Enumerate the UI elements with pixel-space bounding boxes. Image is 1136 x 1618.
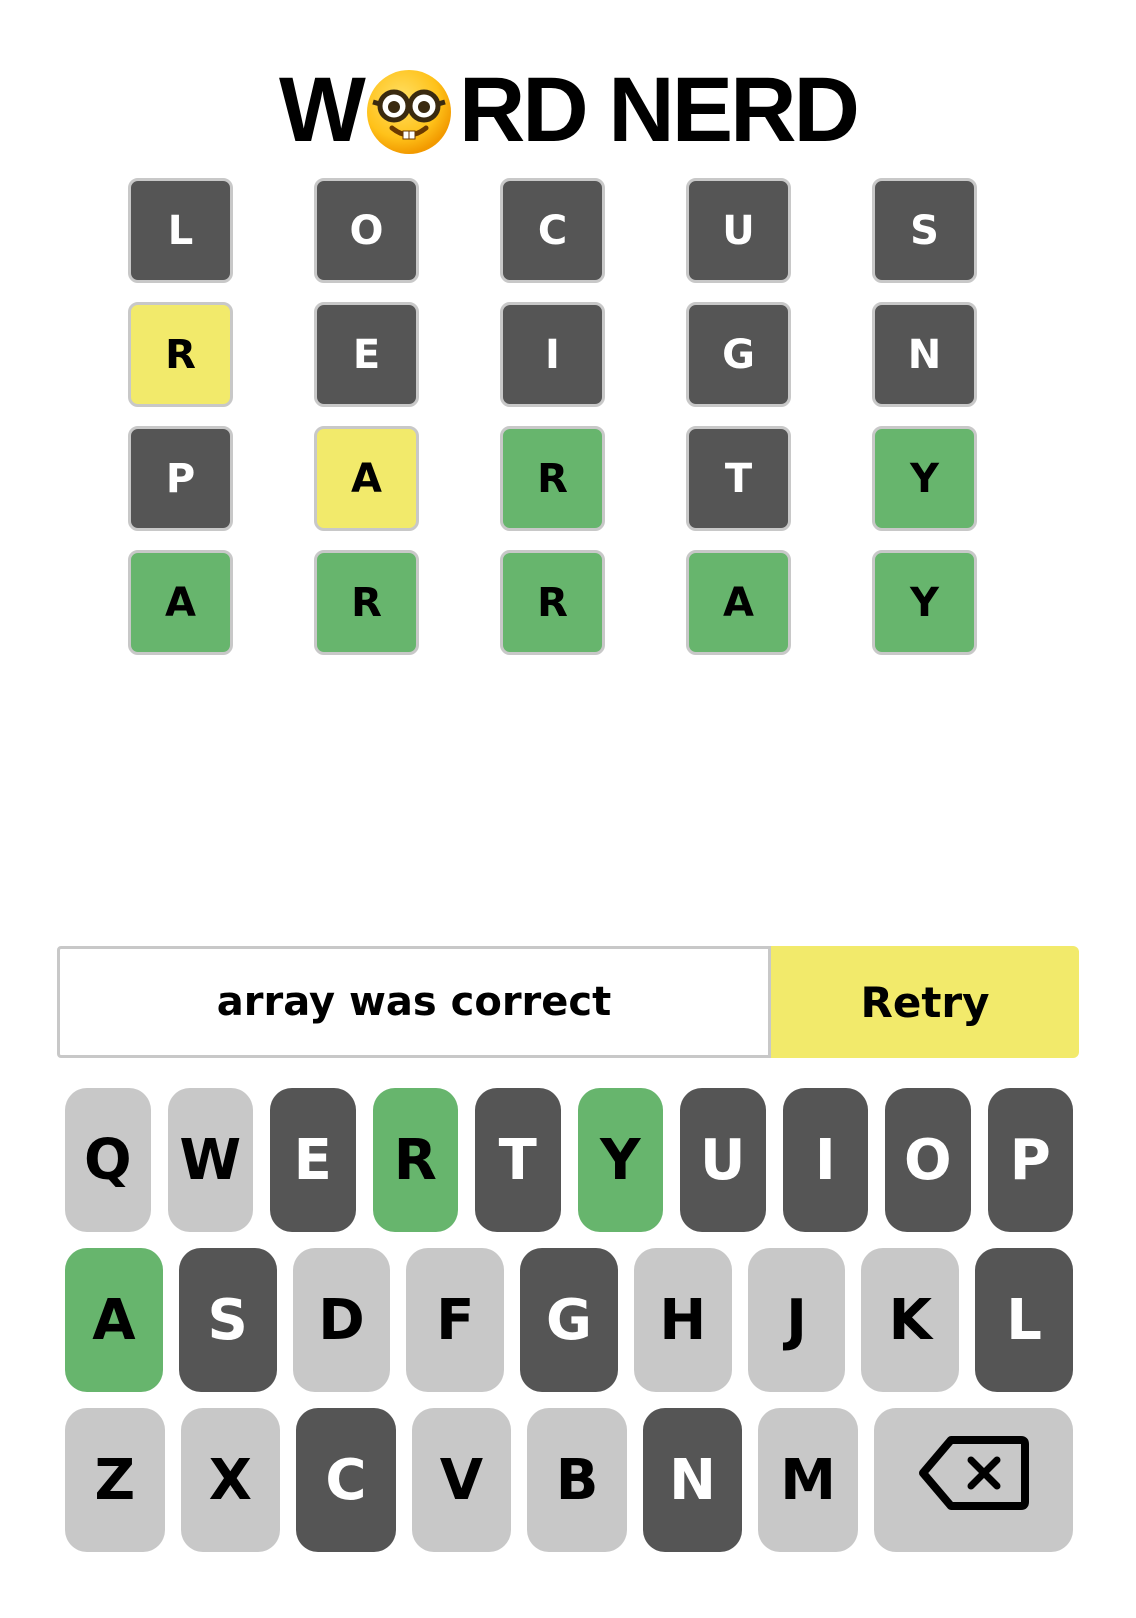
keyboard-row: QWERTYUIOP <box>65 1088 1073 1232</box>
board-tile: R <box>500 426 605 531</box>
board-tile: N <box>872 302 977 407</box>
board-row: REIGN <box>128 302 1008 407</box>
board-tile: E <box>314 302 419 407</box>
key-s[interactable]: S <box>178 1248 277 1392</box>
on-screen-keyboard: QWERTYUIOP ASDFGHJKL ZXCVBNM <box>65 1088 1074 1568</box>
board-tile: I <box>500 302 605 407</box>
board-tile: R <box>500 550 605 655</box>
board-tile: A <box>128 550 233 655</box>
board-row: ARRAY <box>128 550 1008 655</box>
board-row: PARTY <box>128 426 1008 531</box>
key-v[interactable]: V <box>411 1408 512 1552</box>
board-tile: Y <box>872 550 977 655</box>
board-tile: A <box>686 550 791 655</box>
board-tile: T <box>686 426 791 531</box>
key-m[interactable]: M <box>758 1408 858 1552</box>
board-tile: R <box>314 550 419 655</box>
result-message: array was correct <box>57 946 771 1058</box>
backspace-icon <box>917 1434 1030 1526</box>
title-suffix: RD NERD <box>458 58 860 161</box>
board-tile: G <box>686 302 791 407</box>
key-r[interactable]: R <box>372 1088 458 1232</box>
key-b[interactable]: B <box>527 1408 627 1552</box>
key-j[interactable]: J <box>747 1248 846 1392</box>
board-tile: L <box>128 178 233 283</box>
game-board: LOCUSREIGNPARTYARRAY <box>128 178 1008 674</box>
board-tile: C <box>500 178 605 283</box>
key-x[interactable]: X <box>180 1408 281 1552</box>
board-tile: Y <box>872 426 977 531</box>
board-tile: S <box>872 178 977 283</box>
keyboard-row: ZXCVBNM <box>65 1408 1074 1552</box>
board-row: LOCUS <box>128 178 1008 283</box>
key-g[interactable]: G <box>520 1248 618 1392</box>
key-l[interactable]: L <box>975 1248 1074 1392</box>
keyboard-row: ASDFGHJKL <box>65 1248 1074 1392</box>
game-title: W RD NERD <box>0 58 1136 161</box>
key-z[interactable]: Z <box>65 1408 165 1552</box>
key-p[interactable]: P <box>987 1088 1073 1232</box>
status-bar: array was correct Retry <box>57 946 1079 1058</box>
board-tile: A <box>314 426 419 531</box>
key-w[interactable]: W <box>167 1088 253 1232</box>
key-d[interactable]: D <box>292 1248 391 1392</box>
board-tile: O <box>314 178 419 283</box>
board-tile: P <box>128 426 233 531</box>
key-y[interactable]: Y <box>577 1088 663 1232</box>
key-c[interactable]: C <box>296 1408 396 1552</box>
key-i[interactable]: I <box>782 1088 868 1232</box>
key-o[interactable]: O <box>885 1088 971 1232</box>
key-t[interactable]: T <box>475 1088 561 1232</box>
title-prefix: W <box>279 58 366 161</box>
key-q[interactable]: Q <box>65 1088 151 1232</box>
backspace-key[interactable] <box>873 1408 1074 1552</box>
key-f[interactable]: F <box>406 1248 505 1392</box>
retry-button[interactable]: Retry <box>771 946 1079 1058</box>
board-tile: R <box>128 302 233 407</box>
key-n[interactable]: N <box>642 1408 743 1552</box>
nerd-face-icon <box>365 68 453 156</box>
key-h[interactable]: H <box>633 1248 732 1392</box>
key-e[interactable]: E <box>270 1088 356 1232</box>
key-a[interactable]: A <box>65 1248 163 1392</box>
board-tile: U <box>686 178 791 283</box>
key-k[interactable]: K <box>861 1248 960 1392</box>
key-u[interactable]: U <box>680 1088 766 1232</box>
